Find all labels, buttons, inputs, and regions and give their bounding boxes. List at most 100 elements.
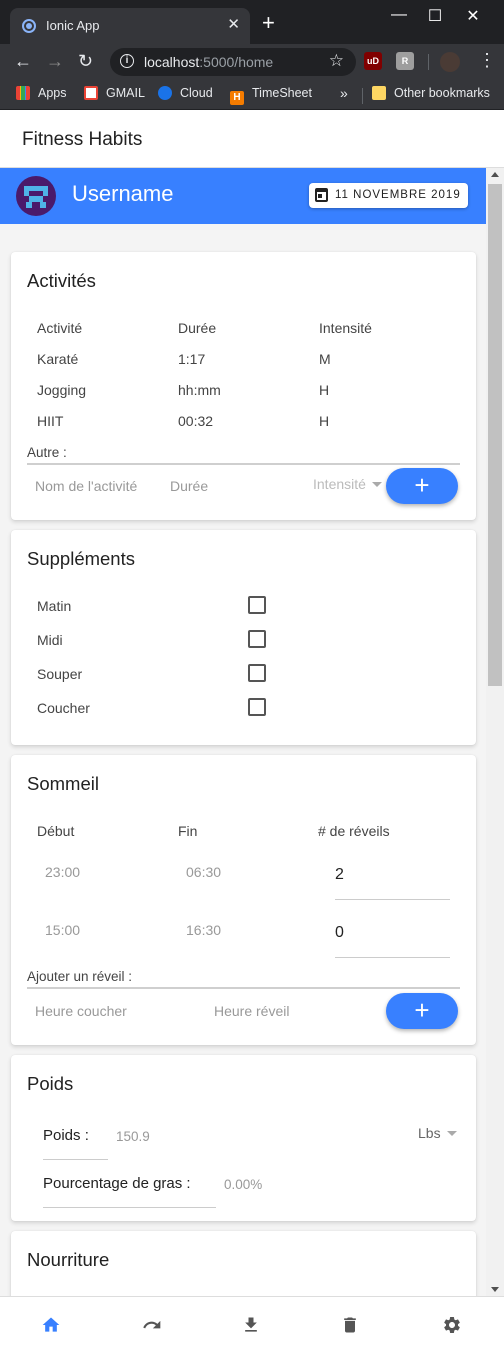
browser-tab[interactable]: Ionic App ✕: [10, 8, 250, 44]
divider: [27, 463, 460, 465]
other-bookmarks[interactable]: Other bookmarks: [372, 86, 490, 100]
forward-arrow-icon[interactable]: →: [46, 51, 64, 72]
tab-redo[interactable]: [101, 1297, 201, 1354]
bookmark-cloud[interactable]: Cloud: [158, 86, 213, 100]
activity-duration-input[interactable]: Durée: [170, 478, 208, 494]
supplement-checkbox[interactable]: [248, 698, 266, 716]
input-underline: [43, 1207, 216, 1208]
profile-avatar[interactable]: [440, 52, 460, 72]
date-picker-button[interactable]: 11 NOVEMBRE 2019: [309, 183, 468, 208]
other-activity-label: Autre :: [27, 445, 67, 460]
fat-label: Pourcentage de gras :: [43, 1175, 191, 1192]
url-host: localhost: [144, 54, 200, 70]
back-arrow-icon[interactable]: ←: [14, 51, 32, 72]
unit-select-label: Lbs: [418, 1125, 441, 1141]
activities-header-activity: Activité: [37, 320, 83, 336]
fat-input[interactable]: 0.00%: [224, 1177, 262, 1192]
download-icon: [245, 1317, 257, 1332]
bookmark-star-icon[interactable]: ☆: [329, 51, 344, 71]
activities-header-duration: Durée: [178, 320, 217, 336]
input-underline: [43, 1159, 108, 1160]
bookmark-apps-label: Apps: [38, 86, 67, 100]
add-wakeup-button[interactable]: +: [386, 993, 458, 1029]
supplement-label: Midi: [37, 632, 63, 648]
wakeups-input[interactable]: 2: [335, 866, 344, 884]
chrome-menu-icon[interactable]: ⋮: [478, 50, 496, 71]
page-content: Username 11 NOVEMBRE 2019 Activités Acti…: [0, 168, 486, 1296]
other-bookmarks-label: Other bookmarks: [394, 86, 490, 100]
add-wakeup-label: Ajouter un réveil :: [27, 969, 133, 984]
sleep-start-time[interactable]: 23:00: [45, 864, 80, 880]
reload-icon[interactable]: ↻: [78, 51, 93, 72]
wakeups-input[interactable]: 0: [335, 924, 344, 942]
bookmarks-bar: Apps GMAIL Cloud H TimeSheet » Other book…: [0, 80, 504, 110]
page-title: Fitness Habits: [22, 129, 143, 150]
bookmark-gmail-label: GMAIL: [106, 86, 145, 100]
activity-intensity[interactable]: H: [319, 382, 329, 398]
date-label: 11 NOVEMBRE 2019: [335, 189, 461, 201]
divider: [27, 987, 460, 989]
ionic-favicon-icon: [22, 19, 36, 33]
tab-home[interactable]: [1, 1297, 101, 1354]
app-header: Fitness Habits: [0, 110, 504, 168]
sleep-end-time[interactable]: 16:30: [186, 922, 221, 938]
weight-input[interactable]: 150.9: [116, 1129, 150, 1144]
sleep-end-time[interactable]: 06:30: [186, 864, 221, 880]
intensity-select-label: Intensité: [313, 476, 366, 492]
activity-name: Jogging: [37, 382, 87, 398]
bottom-tab-bar: [0, 1296, 504, 1354]
more-bookmarks-icon[interactable]: »: [340, 85, 348, 101]
scroll-down-arrow-icon[interactable]: [491, 1287, 499, 1292]
activities-title: Activités: [27, 270, 96, 291]
address-bar[interactable]: i localhost:5000/home ☆: [110, 48, 356, 76]
supplement-checkbox[interactable]: [248, 664, 266, 682]
user-avatar: [16, 176, 56, 216]
activity-intensity-select[interactable]: Intensité: [313, 476, 382, 492]
bookmark-apps[interactable]: Apps: [16, 86, 67, 100]
r-extension-icon[interactable]: R: [396, 52, 414, 70]
scrollbar[interactable]: [486, 168, 504, 1296]
activity-intensity[interactable]: M: [319, 351, 331, 367]
activities-card: Activités Activité Durée Intensité Karat…: [11, 252, 476, 520]
trash-icon: [344, 1317, 356, 1333]
close-window-button[interactable]: ✕: [450, 6, 496, 26]
bookmark-timesheet-label: TimeSheet: [252, 86, 312, 100]
activity-name-input[interactable]: Nom de l'activité: [35, 478, 137, 494]
url-text: localhost:5000/home: [144, 54, 273, 70]
bookmark-gmail[interactable]: GMAIL: [84, 86, 145, 100]
activity-duration[interactable]: hh:mm: [178, 382, 221, 398]
bedtime-input[interactable]: Heure coucher: [35, 1003, 127, 1019]
activity-duration[interactable]: 00:32: [178, 413, 213, 429]
supplements-card: Suppléments Matin Midi Souper Coucher: [11, 530, 476, 745]
unit-select[interactable]: Lbs: [418, 1125, 457, 1141]
tab-close-icon[interactable]: ✕: [227, 15, 240, 33]
activity-intensity[interactable]: H: [319, 413, 329, 429]
bookmark-cloud-label: Cloud: [180, 86, 213, 100]
scrollbar-thumb[interactable]: [488, 184, 502, 686]
tab-trash[interactable]: [300, 1297, 400, 1354]
sleep-title: Sommeil: [27, 773, 99, 794]
calendar-icon: [315, 188, 328, 202]
supplement-checkbox[interactable]: [248, 630, 266, 648]
ublock-extension-icon[interactable]: uD: [364, 52, 382, 70]
activity-duration[interactable]: 1:17: [178, 351, 205, 367]
supplement-checkbox[interactable]: [248, 596, 266, 614]
activities-header-intensity: Intensité: [319, 320, 372, 336]
tab-title: Ionic App: [46, 18, 100, 33]
info-icon[interactable]: i: [120, 54, 134, 68]
scroll-up-arrow-icon[interactable]: [491, 172, 499, 177]
input-underline: [335, 957, 450, 958]
sleep-header-end: Fin: [178, 823, 198, 839]
bookmark-timesheet[interactable]: H TimeSheet: [230, 86, 312, 105]
settings-icon: [444, 1317, 460, 1333]
supplements-title: Suppléments: [27, 548, 135, 569]
redo-icon: [143, 1320, 161, 1329]
avatar-pixel: [26, 202, 32, 208]
new-tab-button[interactable]: +: [262, 12, 275, 34]
wake-time-input[interactable]: Heure réveil: [214, 1003, 289, 1019]
bookmark-separator: [362, 88, 363, 104]
sleep-start-time[interactable]: 15:00: [45, 922, 80, 938]
add-activity-button[interactable]: +: [386, 468, 458, 504]
tab-settings[interactable]: [402, 1297, 502, 1354]
tab-download[interactable]: [201, 1297, 301, 1354]
